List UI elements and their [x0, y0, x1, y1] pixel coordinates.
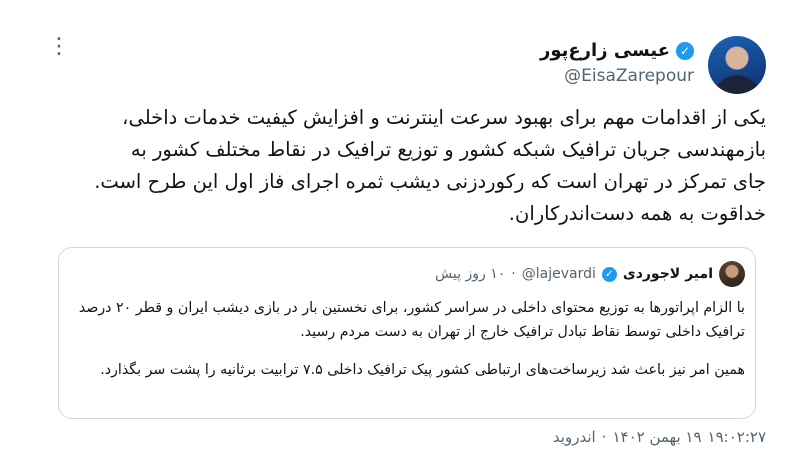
quoted-author-avatar	[719, 261, 745, 287]
quoted-verified-badge-icon: ✓	[601, 266, 617, 282]
more-options-icon[interactable]: ⋮	[48, 36, 70, 58]
tweet-footer: ۱۹:۰۲:۲۷ ۱۹ بهمن ۱۴۰۲ · اندروید	[553, 428, 766, 446]
quoted-separator: ·	[511, 266, 516, 282]
verified-badge-icon: ✓	[676, 41, 694, 60]
author-handle[interactable]: @EisaZarepour	[564, 66, 694, 86]
footer-separator: ·	[601, 428, 607, 446]
tweet-header: عیسی زارع‌پور ✓ @EisaZarepour ⋮	[30, 36, 766, 96]
tweet-date[interactable]: ۱۹ بهمن ۱۴۰۲	[612, 428, 701, 446]
tweet-time[interactable]: ۱۹:۰۲:۲۷	[708, 428, 766, 446]
quoted-tweet-header: امیر لاجوردی ✓ @lajevardi · ۱۰ روز پیش	[435, 261, 745, 287]
quoted-age: ۱۰ روز پیش	[435, 266, 506, 282]
tweet-card: عیسی زارع‌پور ✓ @EisaZarepour ⋮ یکی از ا…	[30, 0, 766, 466]
tweet-text: یکی از اقدامات مهم برای بهبود سرعت اینتر…	[94, 106, 766, 225]
quoted-author-handle: @lajevardi	[521, 266, 596, 282]
quoted-tweet-text: با الزام اپراتورها به توزیع محتوای داخلی…	[71, 296, 745, 396]
quoted-paragraph-1: با الزام اپراتورها به توزیع محتوای داخلی…	[78, 300, 745, 340]
tweet-platform: اندروید	[552, 428, 596, 446]
author-name-row: عیسی زارع‌پور ✓	[540, 40, 694, 61]
quoted-author-name: امیر لاجوردی	[622, 266, 713, 282]
quoted-tweet[interactable]: امیر لاجوردی ✓ @lajevardi · ۱۰ روز پیش ب…	[58, 247, 756, 419]
author-display-name[interactable]: عیسی زارع‌پور	[540, 40, 670, 61]
quoted-paragraph-2: همین امر نیز باعث شد زیرساخت‌های ارتباطی…	[100, 362, 745, 378]
author-avatar[interactable]	[708, 36, 766, 94]
